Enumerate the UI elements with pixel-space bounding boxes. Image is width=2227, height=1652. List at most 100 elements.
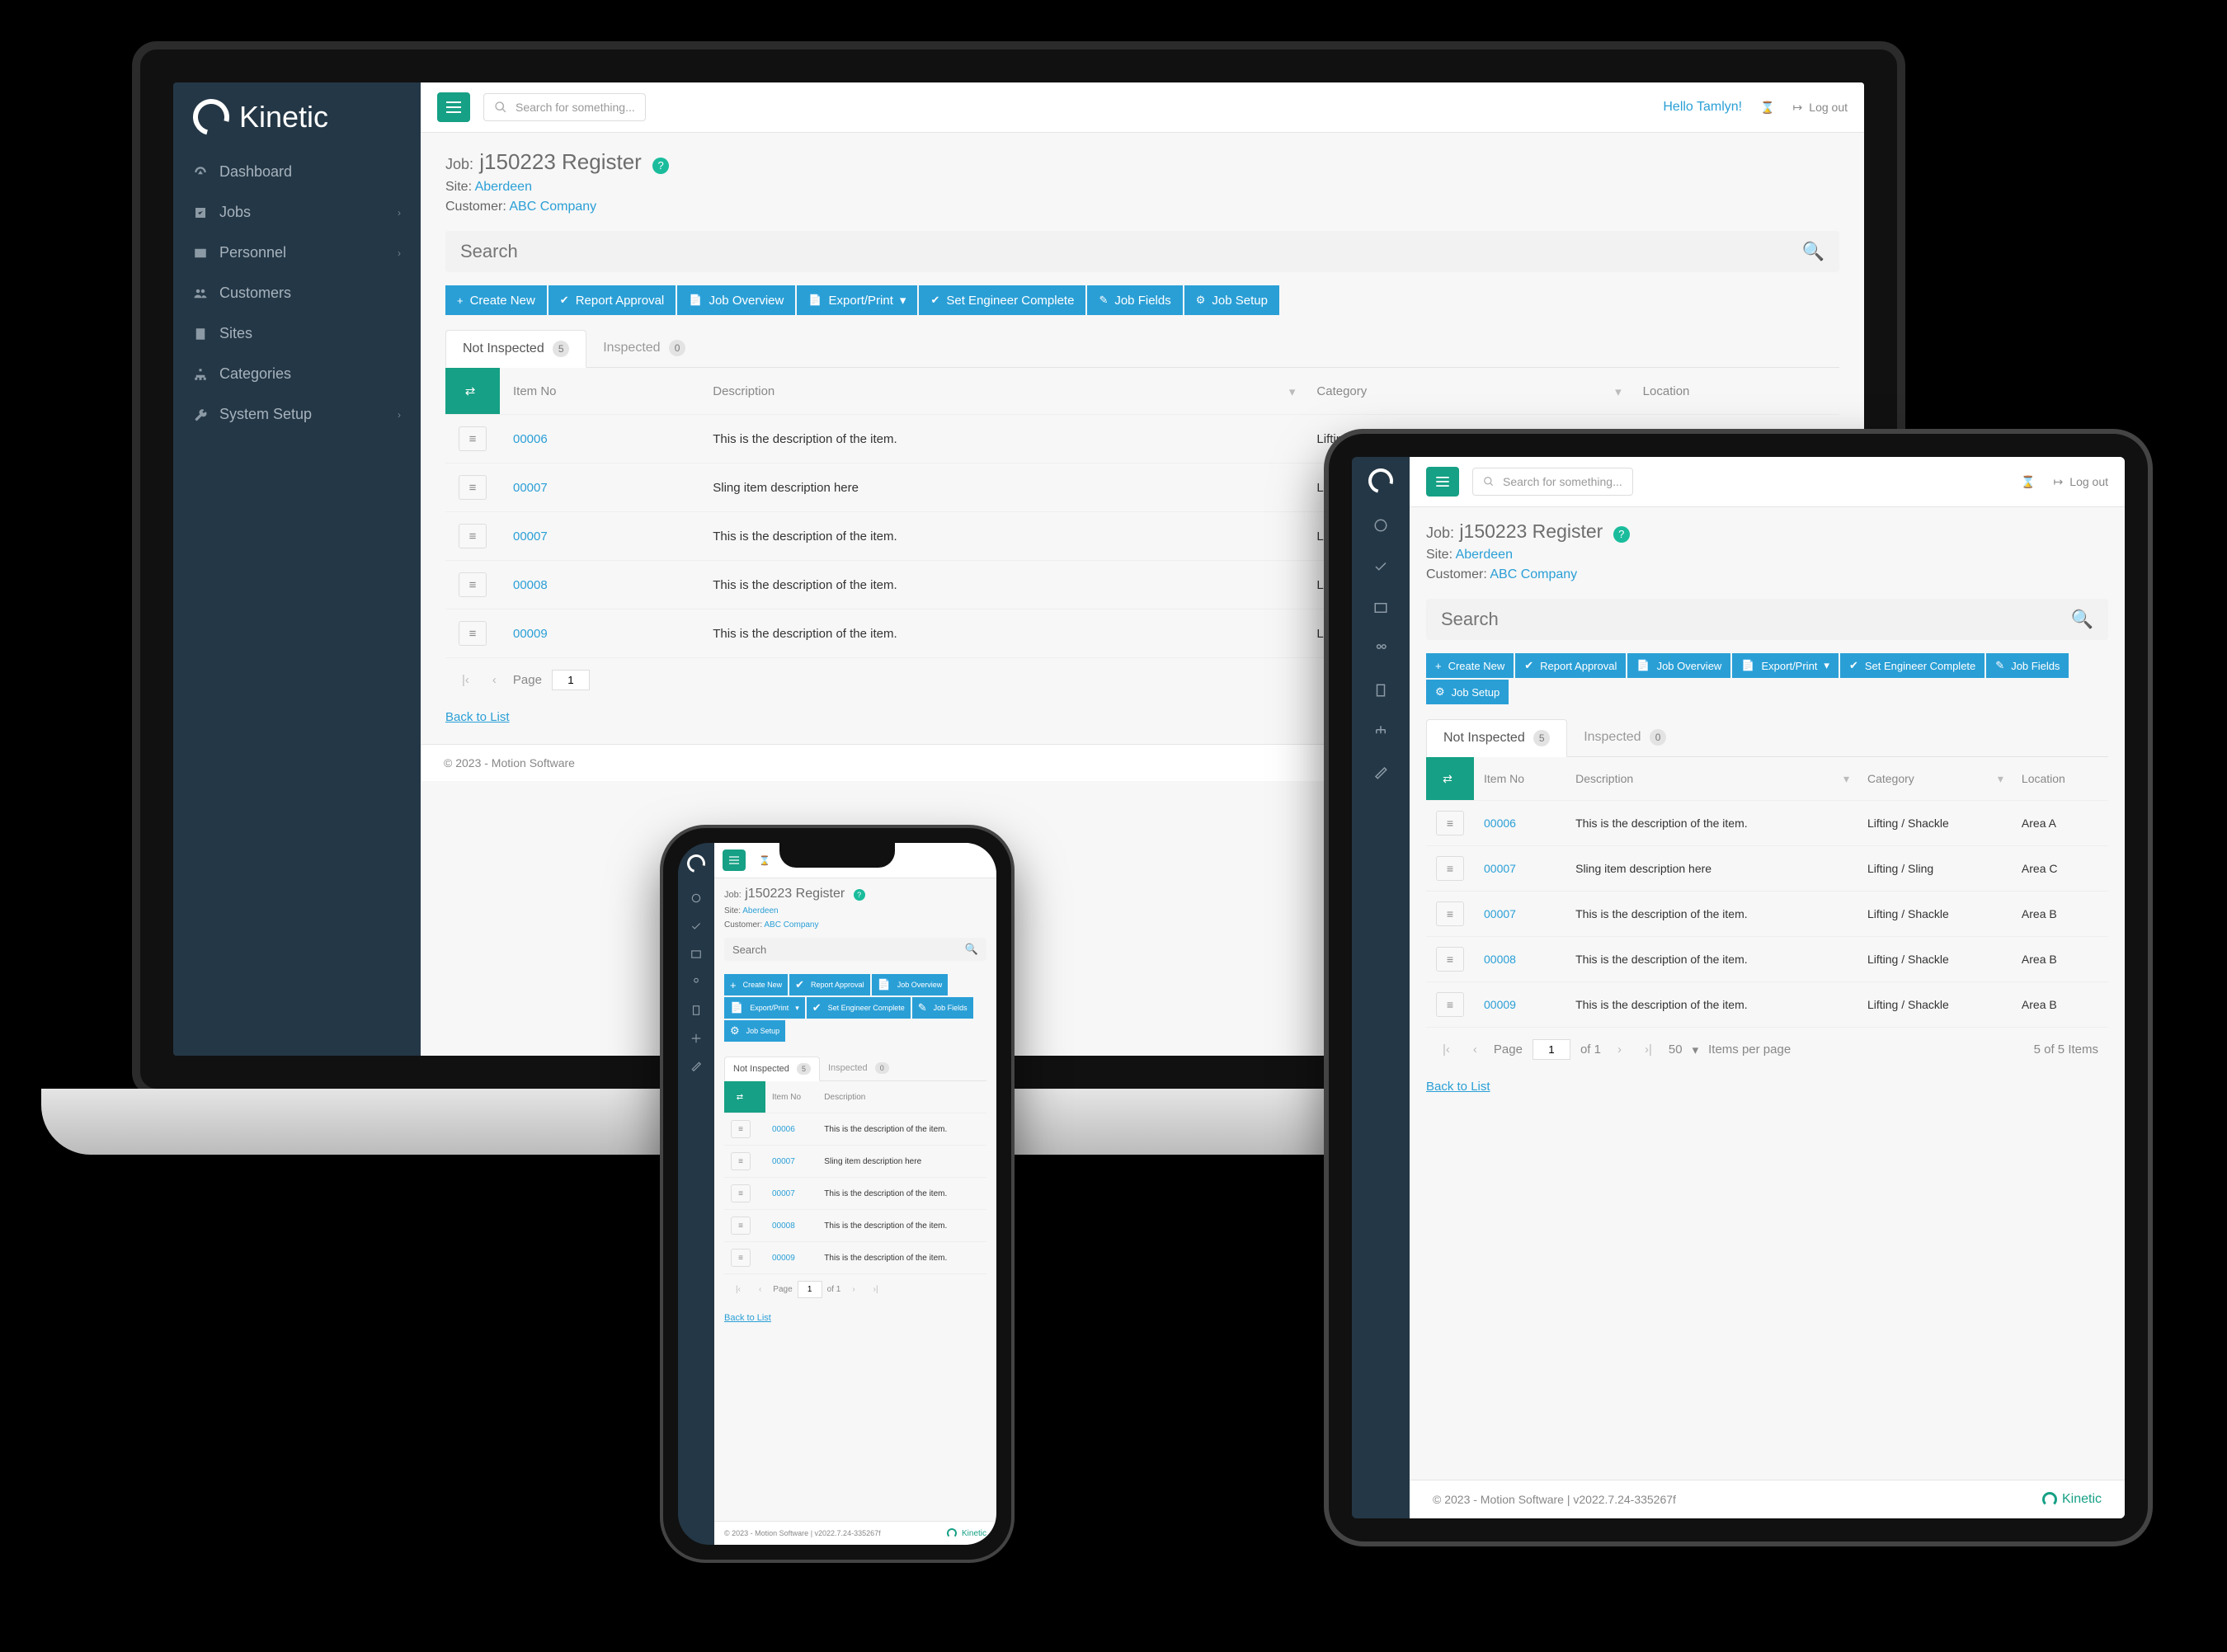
col-item-no[interactable]: Item No — [500, 368, 699, 415]
row-drag-handle[interactable]: ≡ — [724, 1146, 765, 1178]
pager-last[interactable]: ›| — [867, 1282, 885, 1297]
row-drag-handle[interactable]: ≡ — [445, 512, 500, 561]
action-create-new[interactable]: +Create New — [445, 285, 547, 315]
action-create-new[interactable]: +Create New — [724, 974, 788, 995]
row-drag-handle[interactable]: ≡ — [724, 1178, 765, 1210]
swap-columns-button[interactable]: ⇄ — [445, 368, 500, 415]
action-set-engineer-complete[interactable]: ✔Set Engineer Complete — [919, 285, 1085, 315]
filter-icon[interactable]: ▾ — [1843, 772, 1849, 786]
pager-next[interactable]: › — [1611, 1039, 1628, 1060]
sidebar-item-customers[interactable]: Customers — [173, 273, 421, 313]
action-export-print[interactable]: 📄Export/Print ▾ — [1732, 653, 1839, 678]
action-job-setup[interactable]: ⚙Job Setup — [1184, 285, 1279, 315]
item-id-link[interactable]: 00009 — [1474, 982, 1565, 1028]
item-id-link[interactable]: 00006 — [765, 1113, 817, 1146]
pager-prev[interactable]: ‹ — [1467, 1039, 1484, 1060]
pager-page-input[interactable] — [552, 670, 590, 690]
swap-columns-button[interactable]: ⇄ — [724, 1081, 765, 1113]
action-job-overview[interactable]: 📄Job Overview — [1627, 653, 1730, 678]
dropdown-icon[interactable]: ▾ — [1693, 1043, 1699, 1057]
action-report-approval[interactable]: ✔Report Approval — [789, 974, 869, 995]
action-report-approval[interactable]: ✔Report Approval — [1515, 653, 1626, 678]
register-search[interactable]: 🔍 — [1426, 599, 2108, 640]
item-id-link[interactable]: 00009 — [765, 1242, 817, 1274]
row-drag-handle[interactable]: ≡ — [445, 415, 500, 464]
menu-toggle-button[interactable] — [437, 92, 470, 122]
sidebar-item-sites[interactable] — [1352, 670, 1410, 711]
sidebar-item-sites[interactable] — [678, 996, 714, 1024]
global-search[interactable]: Search for something... — [483, 93, 646, 121]
back-to-list-link[interactable]: Back to List — [724, 1305, 771, 1326]
site-link[interactable]: Aberdeen — [1456, 548, 1513, 562]
action-job-fields[interactable]: ✎Job Fields — [1986, 653, 2069, 678]
action-export-print[interactable]: 📄Export/Print ▾ — [724, 997, 805, 1019]
col-description[interactable]: Description▾ — [1565, 757, 1857, 801]
action-job-overview[interactable]: 📄Job Overview — [677, 285, 795, 315]
pager-last[interactable]: ›| — [1638, 1039, 1659, 1060]
row-drag-handle[interactable]: ≡ — [1426, 892, 1474, 937]
help-icon[interactable]: ? — [854, 889, 865, 901]
sidebar-item-dashboard[interactable] — [678, 884, 714, 912]
sidebar-item-categories[interactable] — [1352, 711, 1410, 752]
pager-first[interactable]: |‹ — [455, 670, 476, 690]
col-location[interactable]: Location — [1630, 368, 1839, 415]
item-id-link[interactable]: 00007 — [500, 464, 699, 512]
item-id-link[interactable]: 00006 — [500, 415, 699, 464]
customer-link[interactable]: ABC Company — [764, 920, 818, 930]
register-search-input[interactable] — [1441, 609, 2071, 630]
hourglass-icon[interactable]: ⌛ — [759, 855, 770, 866]
tab-inspected[interactable]: Inspected 0 — [586, 330, 702, 367]
col-category[interactable]: Category▾ — [1857, 757, 2012, 801]
sidebar-item-dashboard[interactable] — [1352, 505, 1410, 546]
item-id-link[interactable]: 00008 — [765, 1210, 817, 1242]
swap-columns-button[interactable]: ⇄ — [1426, 757, 1474, 801]
sidebar-item-system-setup[interactable] — [1352, 752, 1410, 793]
sidebar-item-categories[interactable]: Categories — [173, 354, 421, 394]
search-icon[interactable]: 🔍 — [2071, 609, 2093, 630]
action-job-setup[interactable]: ⚙Job Setup — [724, 1020, 785, 1042]
register-search[interactable]: 🔍 — [445, 231, 1839, 272]
col-description[interactable]: Description▾ — [699, 368, 1303, 415]
col-item-no[interactable]: Item No — [765, 1081, 817, 1113]
row-drag-handle[interactable]: ≡ — [1426, 982, 1474, 1028]
item-id-link[interactable]: 00007 — [500, 512, 699, 561]
pager-prev[interactable]: ‹ — [486, 670, 503, 690]
pager-prev[interactable]: ‹ — [752, 1282, 768, 1297]
sidebar-item-personnel[interactable] — [678, 940, 714, 968]
help-icon[interactable]: ? — [652, 158, 669, 174]
menu-toggle-button[interactable] — [1426, 467, 1459, 497]
action-export-print[interactable]: 📄Export/Print ▾ — [797, 285, 917, 315]
col-description[interactable]: Description — [817, 1081, 986, 1113]
logout-button[interactable]: ↦ Log out — [1793, 101, 1848, 115]
row-drag-handle[interactable]: ≡ — [724, 1210, 765, 1242]
site-link[interactable]: Aberdeen — [742, 906, 778, 915]
item-id-link[interactable]: 00007 — [765, 1178, 817, 1210]
col-location[interactable]: Location — [2012, 757, 2108, 801]
tab-inspected[interactable]: Inspected 0 — [820, 1057, 897, 1080]
sidebar-item-customers[interactable] — [678, 968, 714, 996]
site-link[interactable]: Aberdeen — [475, 180, 532, 194]
item-id-link[interactable]: 00007 — [765, 1146, 817, 1178]
register-search[interactable]: 🔍 — [724, 938, 986, 961]
pager-first[interactable]: |‹ — [729, 1282, 747, 1297]
hourglass-icon[interactable]: ⌛ — [2021, 475, 2035, 489]
action-job-setup[interactable]: ⚙Job Setup — [1426, 680, 1509, 704]
row-drag-handle[interactable]: ≡ — [445, 609, 500, 658]
item-id-link[interactable]: 00008 — [1474, 937, 1565, 982]
customer-link[interactable]: ABC Company — [1490, 567, 1577, 581]
pager-size[interactable]: 50 — [1669, 1043, 1683, 1057]
customer-link[interactable]: ABC Company — [509, 200, 596, 214]
sidebar-item-personnel[interactable] — [1352, 587, 1410, 628]
row-drag-handle[interactable]: ≡ — [1426, 937, 1474, 982]
row-drag-handle[interactable]: ≡ — [724, 1113, 765, 1146]
row-drag-handle[interactable]: ≡ — [1426, 801, 1474, 846]
action-job-fields[interactable]: ✎Job Fields — [1087, 285, 1182, 315]
sidebar-item-jobs[interactable]: Jobs › — [173, 192, 421, 233]
sidebar-item-jobs[interactable] — [1352, 546, 1410, 587]
hourglass-icon[interactable]: ⌛ — [1760, 101, 1774, 115]
action-set-engineer-complete[interactable]: ✔Set Engineer Complete — [1840, 653, 1985, 678]
row-drag-handle[interactable]: ≡ — [445, 464, 500, 512]
item-id-link[interactable]: 00009 — [500, 609, 699, 658]
row-drag-handle[interactable]: ≡ — [724, 1242, 765, 1274]
tab-not-inspected[interactable]: Not Inspected 5 — [1426, 719, 1567, 757]
